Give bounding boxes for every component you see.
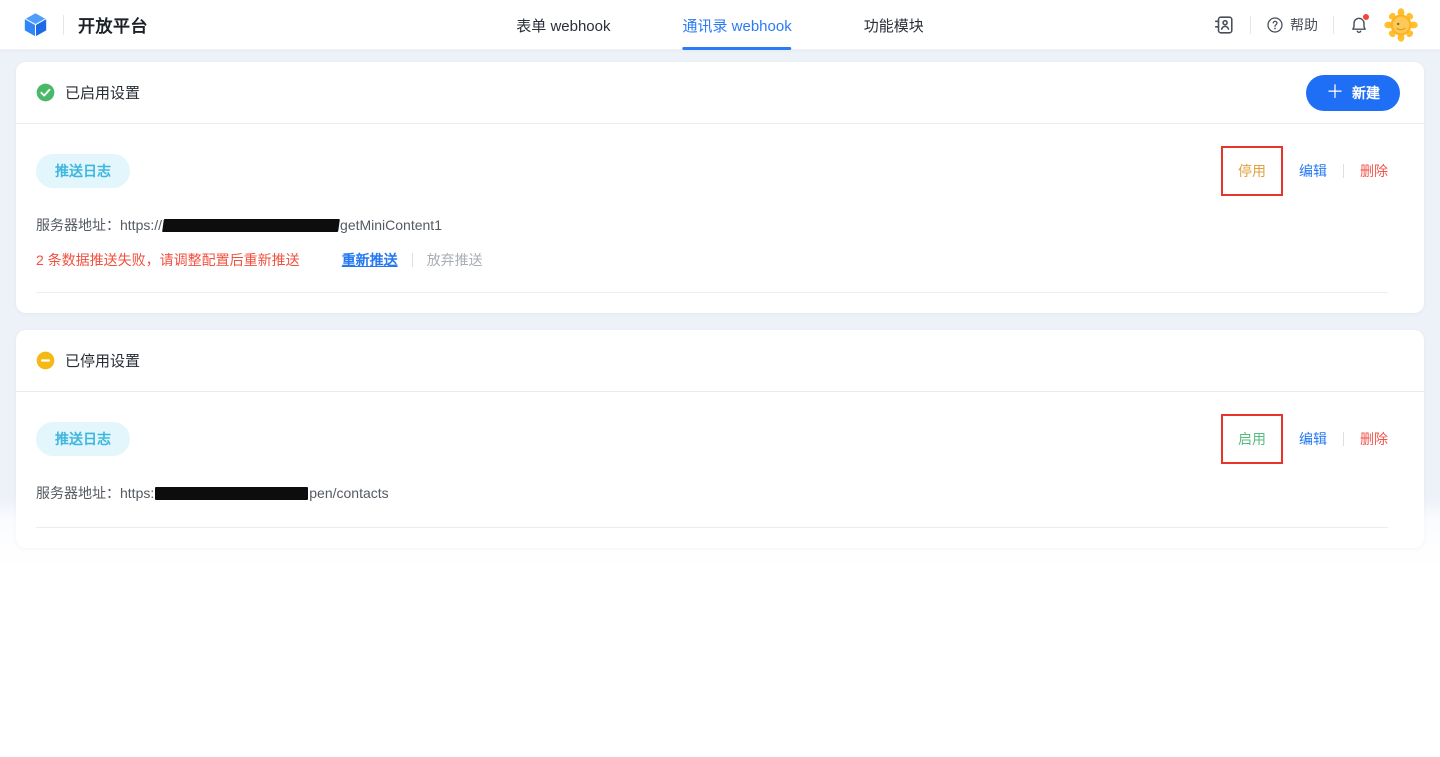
server-address-label: 服务器地址： [36, 483, 120, 503]
error-divider [412, 253, 413, 267]
red-annotation-box: 停用 [1221, 146, 1283, 196]
help-label: 帮助 [1290, 15, 1318, 35]
topbar-divider [1333, 16, 1334, 34]
url-prefix: https:// [120, 217, 162, 233]
disabled-card-body: 推送日志 启用 编辑 删除 服务器地址：https: pen/contacts [16, 392, 1424, 548]
avatar[interactable] [1384, 8, 1418, 42]
enabled-card-actions: 停用 编辑 删除 [1221, 146, 1388, 196]
enabled-card-body: 推送日志 停用 编辑 删除 服务器地址：https:// getMiniConte… [16, 124, 1424, 313]
topbar-divider [1250, 16, 1251, 34]
main-content: 已启用设置 ＋ 新建 推送日志 停用 编辑 删除 服务器地址：ht [0, 50, 1440, 757]
action-divider [1343, 432, 1344, 446]
disable-link[interactable]: 停用 [1238, 161, 1266, 181]
plus-icon: ＋ [1326, 83, 1344, 101]
push-log-badge[interactable]: 推送日志 [36, 422, 130, 456]
enabled-settings-card: 已启用设置 ＋ 新建 推送日志 停用 编辑 删除 服务器地址：ht [16, 62, 1424, 313]
delete-link[interactable]: 删除 [1360, 429, 1388, 449]
check-circle-icon [36, 83, 55, 102]
push-error-message: 2 条数据推送失败，请调整配置后重新推送 [36, 250, 300, 270]
server-address-row: 服务器地址：https:// getMiniContent1 [36, 215, 1388, 235]
edit-link[interactable]: 编辑 [1299, 429, 1327, 449]
top-bar: 开放平台 表单 webhook 通讯录 webhook 功能模块 帮助 [0, 0, 1440, 50]
tab-form-webhook[interactable]: 表单 webhook [516, 0, 610, 50]
enabled-status-label: 已启用设置 [65, 82, 140, 103]
app-logo-cube-icon[interactable] [22, 11, 49, 38]
disabled-settings-card: 已停用设置 推送日志 启用 编辑 删除 服务器地址：https: pen/cont… [16, 330, 1424, 548]
enabled-status: 已启用设置 [36, 82, 140, 103]
minus-circle-icon [36, 351, 55, 370]
url-suffix: getMiniContent1 [340, 217, 442, 233]
delete-link[interactable]: 删除 [1360, 161, 1388, 181]
red-annotation-box: 启用 [1221, 414, 1283, 464]
new-button-label: 新建 [1352, 83, 1380, 103]
content-divider [36, 292, 1388, 293]
redacted-url-segment [162, 219, 340, 232]
server-address-label: 服务器地址： [36, 215, 120, 235]
disabled-card-header: 已停用设置 [16, 330, 1424, 392]
notification-dot [1362, 13, 1370, 21]
new-button[interactable]: ＋ 新建 [1306, 75, 1400, 111]
brand: 开放平台 [22, 11, 148, 38]
brand-divider [63, 15, 64, 35]
tab-function-modules[interactable]: 功能模块 [864, 0, 924, 50]
retry-push-link[interactable]: 重新推送 [342, 250, 398, 270]
topbar-right: 帮助 [1213, 8, 1418, 42]
edit-link[interactable]: 编辑 [1299, 161, 1327, 181]
disabled-status: 已停用设置 [36, 350, 140, 371]
disabled-status-label: 已停用设置 [65, 350, 140, 371]
enabled-card-header: 已启用设置 ＋ 新建 [16, 62, 1424, 124]
help-button[interactable]: 帮助 [1266, 15, 1318, 35]
server-address-row: 服务器地址：https: pen/contacts [36, 483, 1388, 503]
action-divider [1343, 164, 1344, 178]
redacted-url-segment [155, 487, 308, 500]
help-icon [1266, 16, 1284, 34]
url-prefix: https: [120, 485, 154, 501]
url-suffix: pen/contacts [309, 485, 388, 501]
content-divider [36, 527, 1388, 528]
address-book-icon[interactable] [1213, 14, 1235, 36]
page-title: 开放平台 [78, 12, 148, 37]
push-log-badge[interactable]: 推送日志 [36, 154, 130, 188]
enable-link[interactable]: 启用 [1238, 429, 1266, 449]
push-error-row: 2 条数据推送失败，请调整配置后重新推送 重新推送 放弃推送 [36, 250, 1388, 270]
tab-contacts-webhook[interactable]: 通讯录 webhook [682, 0, 791, 50]
notification-bell-icon[interactable] [1349, 15, 1369, 35]
abandon-push-link[interactable]: 放弃推送 [427, 250, 483, 270]
disabled-card-actions: 启用 编辑 删除 [1221, 414, 1388, 464]
main-tabs: 表单 webhook 通讯录 webhook 功能模块 [516, 0, 923, 50]
